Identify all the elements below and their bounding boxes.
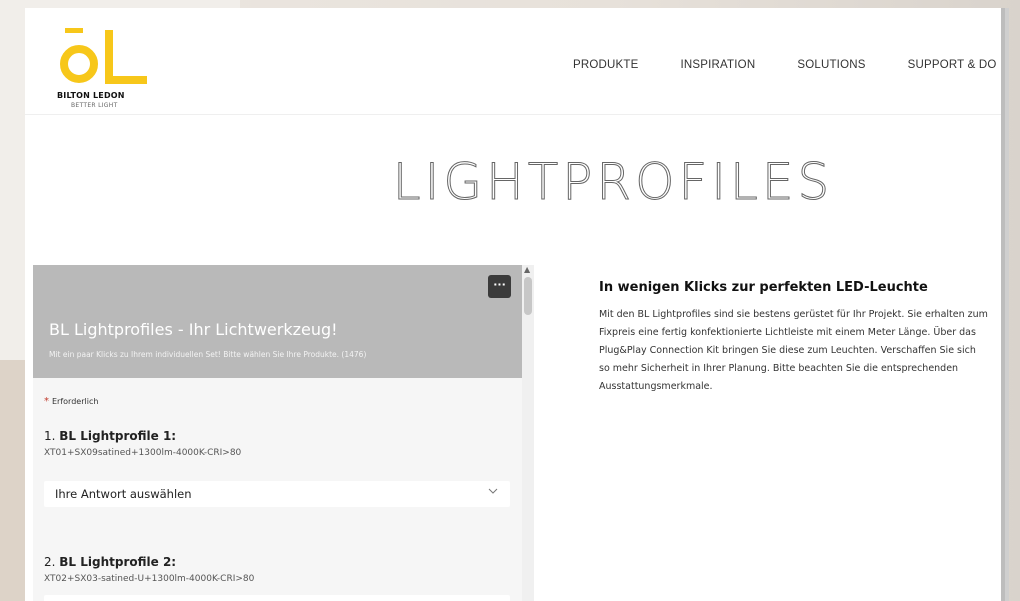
- question-label: BL Lightprofile 2:: [59, 555, 177, 569]
- scroll-thumb[interactable]: [524, 277, 532, 315]
- embedded-form: ··· BL Lightprofiles - Ihr Lichtwerkzeug…: [33, 265, 534, 601]
- question-number: 2.: [44, 555, 56, 569]
- question-1-title: 1. BL Lightprofile 1:: [44, 429, 176, 443]
- brand-tagline: BETTER LIGHT: [71, 102, 118, 109]
- nav-item-solutions[interactable]: SOLUTIONS: [797, 59, 865, 77]
- question-2-desc: XT02+SX03-satined-U+1300lm-4000K-CRI>80: [44, 574, 255, 584]
- required-asterisk: *: [44, 396, 49, 407]
- required-label: Erforderlich: [52, 397, 99, 406]
- main-nav: PRODUKTE INSPIRATION SOLUTIONS SUPPORT &…: [573, 59, 1001, 77]
- question-2-select[interactable]: [44, 595, 510, 601]
- form-header: ··· BL Lightprofiles - Ihr Lichtwerkzeug…: [33, 265, 522, 378]
- browser-page: BILTON LEDON BETTER LIGHT PRODUKTE INSPI…: [25, 8, 1001, 601]
- select-value: Ihre Antwort auswählen: [55, 487, 192, 501]
- nav-item-produkte[interactable]: PRODUKTE: [573, 59, 639, 77]
- question-label: BL Lightprofile 1:: [59, 429, 177, 443]
- scroll-up-icon[interactable]: ▲: [524, 265, 530, 274]
- chevron-down-icon: [488, 488, 498, 494]
- info-paragraph: Mit den BL Lightprofiles sind sie besten…: [599, 309, 988, 393]
- bl-logo-mark: [60, 28, 147, 84]
- nav-item-inspiration[interactable]: INSPIRATION: [681, 59, 756, 77]
- brand-logo[interactable]: BILTON LEDON BETTER LIGHT: [57, 28, 147, 113]
- info-heading: In wenigen Klicks zur perfekten LED-Leuc…: [599, 280, 928, 295]
- ellipsis-icon[interactable]: ···: [488, 275, 511, 298]
- page-title: LIGHTPROFILES: [392, 153, 834, 212]
- brand-name: BILTON LEDON: [57, 91, 125, 100]
- question-number: 1.: [44, 429, 56, 443]
- header-divider: [25, 114, 1001, 115]
- form-scrollbar[interactable]: ▲: [522, 265, 534, 601]
- nav-item-support[interactable]: SUPPORT & DO: [908, 59, 997, 77]
- question-1-desc: XT01+SX09satined+1300lm-4000K-CRI>80: [44, 448, 242, 458]
- form-subtitle: Mit ein paar Klicks zu Ihrem individuell…: [49, 350, 367, 359]
- required-note: * Erforderlich: [44, 396, 98, 407]
- question-2-title: 2. BL Lightprofile 2:: [44, 555, 176, 569]
- question-1-select[interactable]: Ihre Antwort auswählen: [44, 481, 510, 507]
- form-title: BL Lightprofiles - Ihr Lichtwerkzeug!: [49, 320, 338, 339]
